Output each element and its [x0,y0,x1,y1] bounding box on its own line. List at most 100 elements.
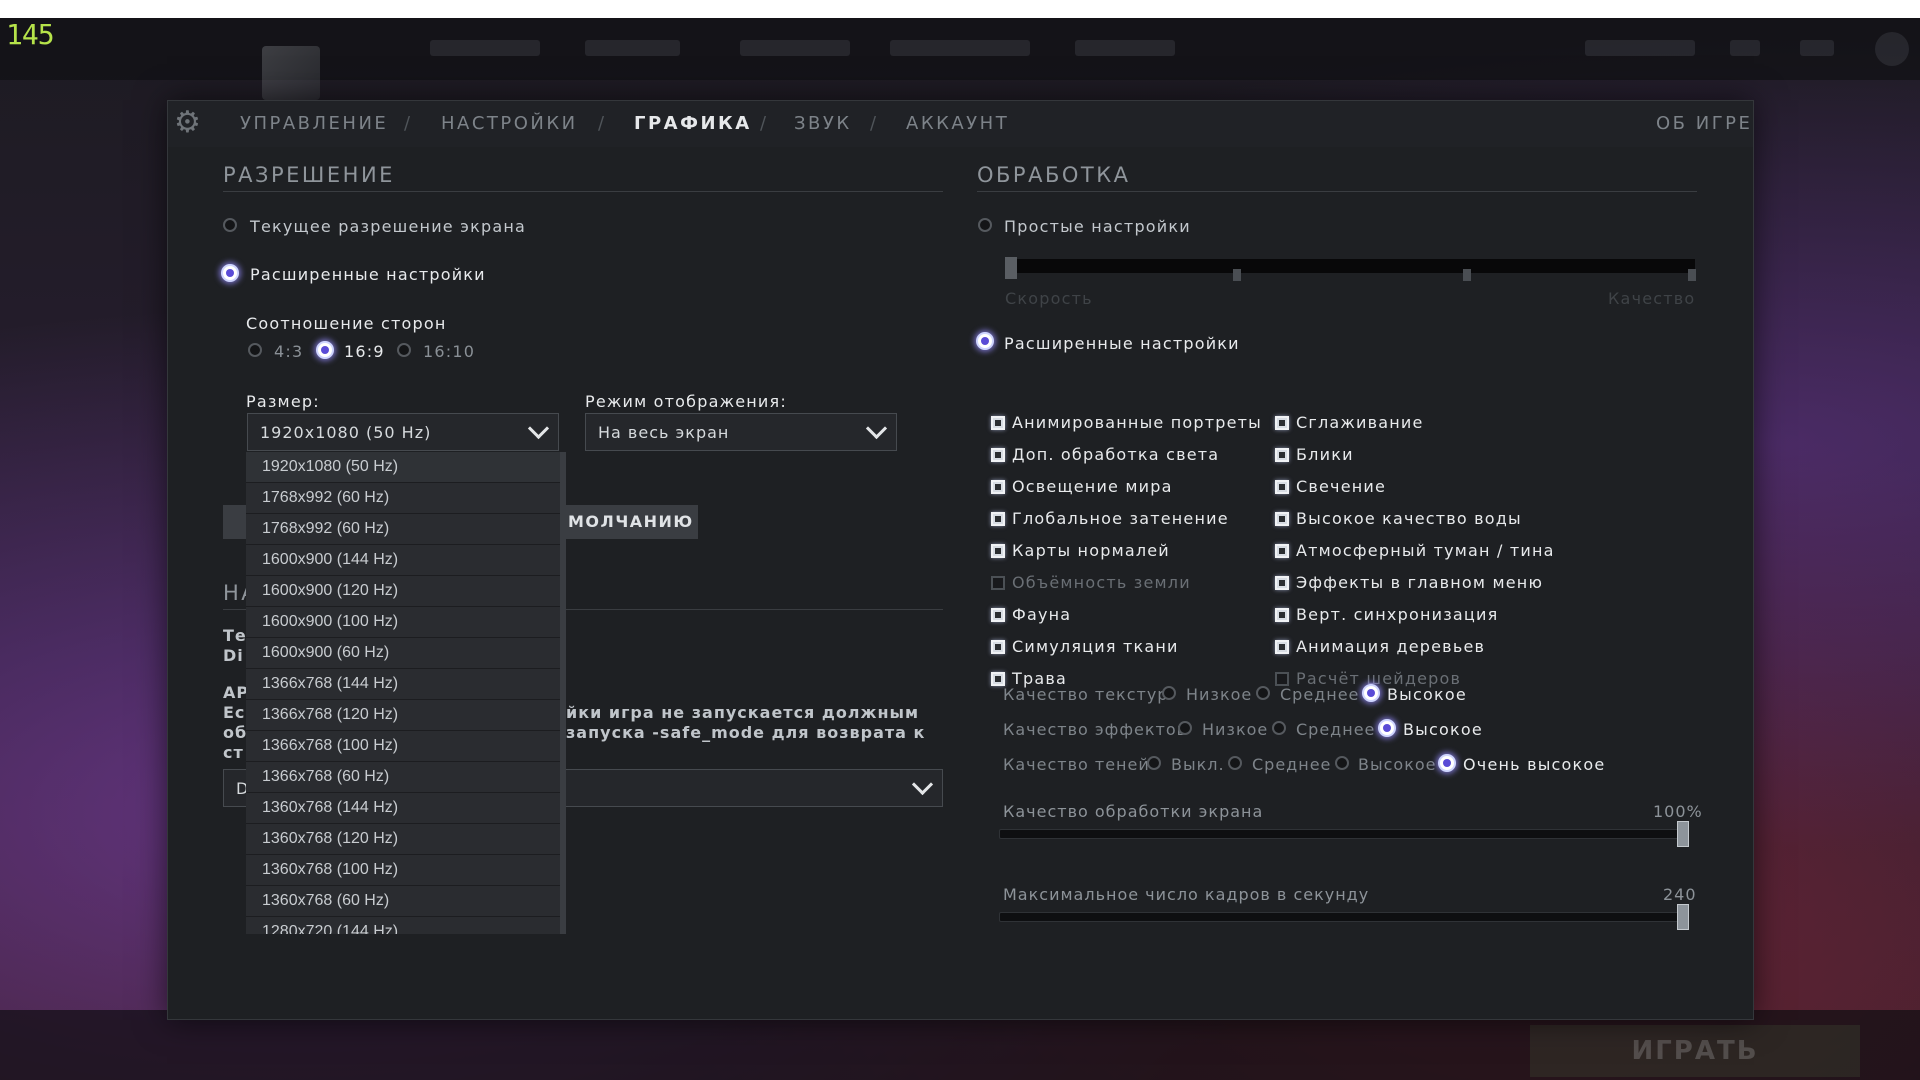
size-option[interactable]: 1280x720 (144 Hz) [246,917,560,934]
chevron-down-icon [911,773,934,796]
size-option[interactable]: 1366x768 (100 Hz) [246,731,560,762]
resolution-heading: РАЗРЕШЕНИЕ [223,163,395,187]
avatar[interactable] [1875,32,1909,66]
display-mode-dropdown[interactable]: На весь экран [585,413,897,451]
tab-graphics[interactable]: ГРАФИКА [634,113,752,134]
size-option[interactable]: 1600x900 (144 Hz) [246,545,560,576]
size-option[interactable]: 1360x768 (100 Hz) [246,855,560,886]
radio-aspect-16-9[interactable] [316,341,334,359]
tab-controls[interactable]: УПРАВЛЕНИЕ [240,113,388,134]
size-option[interactable]: 1360x768 (120 Hz) [246,824,560,855]
checkbox[interactable] [991,672,1005,686]
nav-item-blurred[interactable] [430,40,540,56]
checkbox[interactable] [1275,448,1289,462]
top-white-strip [0,0,1920,18]
shadow-high-label: Высокое [1358,755,1437,774]
size-option[interactable]: 1600x900 (120 Hz) [246,576,560,607]
nav-item-blurred[interactable] [585,40,680,56]
size-dropdown[interactable]: 1920x1080 (50 Hz) [247,413,559,451]
display-mode-value: На весь экран [598,423,730,442]
tab-separator: / [870,113,877,134]
size-option[interactable]: 1366x768 (120 Hz) [246,700,560,731]
size-option[interactable]: 1360x768 (60 Hz) [246,886,560,917]
screen-quality-slider-thumb[interactable] [1677,821,1689,847]
texture-medium-label: Среднее [1280,685,1360,704]
checkbox[interactable] [1275,640,1289,654]
nav-item-blurred[interactable] [1075,40,1175,56]
size-option[interactable]: 1366x768 (60 Hz) [246,762,560,793]
checkbox[interactable] [991,512,1005,526]
size-option[interactable]: 1920x1080 (50 Hz) [246,452,560,483]
radio-shadow-off[interactable] [1147,756,1161,770]
radio-aspect-16-10[interactable] [397,343,411,357]
tab-about[interactable]: ОБ ИГРЕ [1656,113,1752,134]
size-option[interactable]: 1360x768 (144 Hz) [246,793,560,824]
radio-shadow-high[interactable] [1335,756,1349,770]
option-label: Высокое качество воды [1296,509,1522,528]
checkbox[interactable] [1275,416,1289,430]
fps-counter: 145 [6,18,55,51]
checkbox[interactable] [991,448,1005,462]
radio-effects-low[interactable] [1178,721,1192,735]
size-option[interactable]: 1768x992 (60 Hz) [246,514,560,545]
checkbox[interactable] [1275,480,1289,494]
aspect-ratio-label: Соотношение сторон [246,314,447,333]
option-label: Глобальное затенение [1012,509,1229,528]
radio-simple-settings[interactable] [978,218,992,232]
size-option[interactable]: 1600x900 (100 Hz) [246,607,560,638]
tab-settings[interactable]: НАСТРОЙКИ [441,113,578,134]
radio-advanced-rendering[interactable] [976,332,994,350]
option-label: Верт. синхронизация [1296,605,1499,624]
option-label: Симуляция ткани [1012,637,1179,656]
nav-icon-blurred[interactable] [1730,40,1760,56]
screen-quality-slider[interactable] [999,829,1689,839]
checkbox[interactable] [1275,672,1289,686]
checkbox[interactable] [1275,512,1289,526]
radio-effects-medium[interactable] [1272,721,1286,735]
max-fps-slider-thumb[interactable] [1677,904,1689,930]
checkbox[interactable] [991,640,1005,654]
size-dropdown-list[interactable]: 1920x1080 (50 Hz) 1768x992 (60 Hz) 1768x99… [246,452,566,934]
nav-item-blurred[interactable] [740,40,850,56]
tab-account[interactable]: АККАУНТ [906,113,1009,134]
size-option[interactable]: 1366x768 (144 Hz) [246,669,560,700]
currency-display-blurred [1585,40,1695,56]
checkbox[interactable] [991,544,1005,558]
checkbox[interactable] [991,480,1005,494]
checkbox[interactable] [1275,608,1289,622]
quality-preset-slider[interactable] [1005,259,1695,273]
max-fps-slider[interactable] [999,912,1689,922]
checkbox[interactable] [991,608,1005,622]
play-button[interactable]: ИГРАТЬ [1530,1025,1860,1077]
option-label: Блики [1296,445,1354,464]
quality-label: Качество [1608,289,1696,308]
tab-sound[interactable]: ЗВУК [794,113,852,134]
radio-advanced-resolution[interactable] [221,264,239,282]
radio-texture-medium[interactable] [1256,686,1270,700]
radio-texture-high[interactable] [1362,684,1380,702]
option-label: Объёмность земли [1012,573,1191,592]
tab-separator: / [404,113,411,134]
divider [223,191,943,192]
radio-texture-low[interactable] [1162,686,1176,700]
nav-icon-blurred[interactable] [1800,40,1834,56]
max-fps-label: Максимальное число кадров в секунду [1003,885,1370,904]
checkbox[interactable] [1275,576,1289,590]
checkbox[interactable] [1275,544,1289,558]
nav-item-blurred[interactable] [890,40,1030,56]
radio-aspect-4-3[interactable] [248,343,262,357]
option-label: Фауна [1012,605,1072,624]
dota-logo-icon[interactable] [262,46,320,100]
radio-shadow-very-high[interactable] [1438,754,1456,772]
option-label: Сглаживание [1296,413,1424,432]
radio-shadow-medium[interactable] [1228,756,1242,770]
effects-medium-label: Среднее [1296,720,1376,739]
radio-current-resolution[interactable] [223,218,237,232]
quality-preset-thumb[interactable] [1005,257,1017,279]
size-option[interactable]: 1768x992 (60 Hz) [246,483,560,514]
checkbox[interactable] [991,416,1005,430]
radio-effects-high[interactable] [1378,719,1396,737]
gear-icon[interactable]: ⚙ [174,108,201,138]
size-option[interactable]: 1600x900 (60 Hz) [246,638,560,669]
checkbox[interactable] [991,576,1005,590]
